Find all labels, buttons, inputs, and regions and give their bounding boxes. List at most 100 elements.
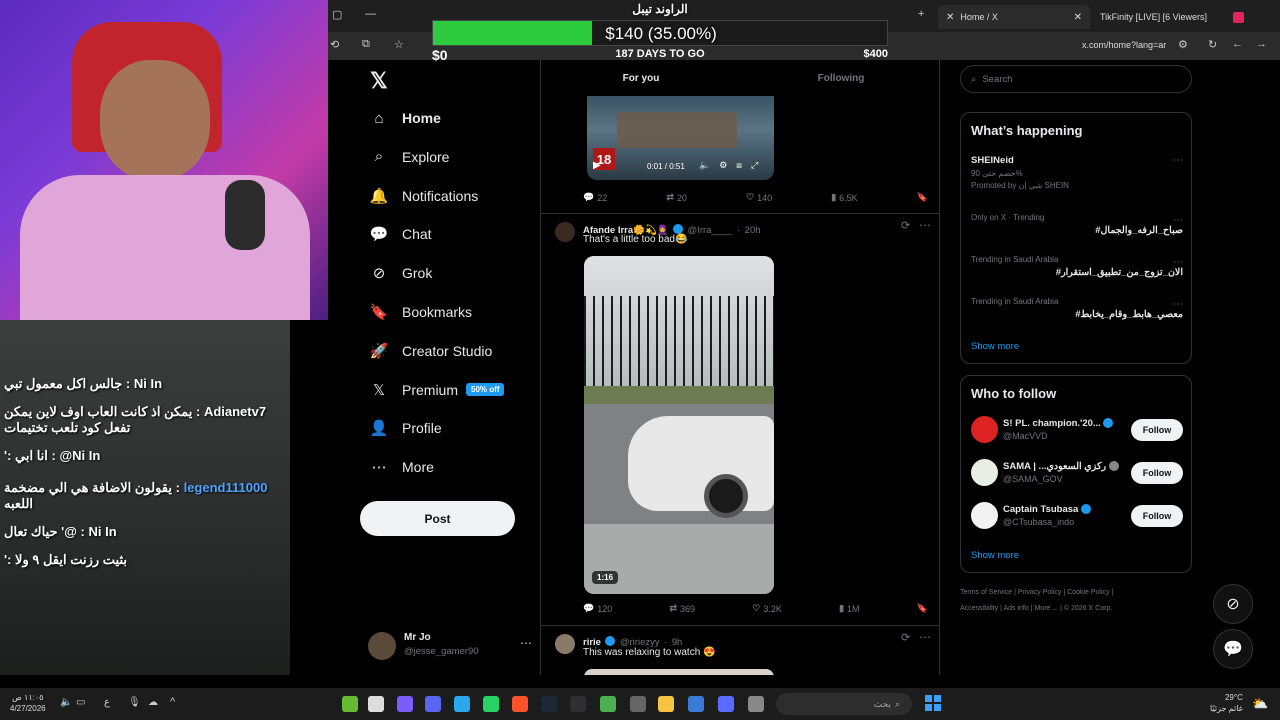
app-icon[interactable] [630,696,646,712]
more-dots-icon[interactable]: ⋯ [520,636,532,650]
sidebar-item-chat[interactable]: 💬 Chat [370,219,432,249]
views-action[interactable]: ▮ 1M [839,603,859,614]
whatsapp-icon[interactable] [483,696,499,712]
close-tab-icon[interactable]: ✕ [1074,12,1082,23]
avatar[interactable] [971,416,998,443]
footer-link[interactable]: Terms of Service [960,589,1012,596]
more-dots-icon[interactable]: ⋯ [1173,257,1183,268]
url-field[interactable]: x.com/home?lang=ar [1082,40,1166,50]
footer-link[interactable]: More ... [1034,605,1058,612]
tweet[interactable]: ririe @ririezyy · 9h ⟳ ⋯ This was relaxi… [541,626,939,675]
repost-action[interactable]: ⇄ 20 [666,192,687,203]
explorer-icon[interactable] [658,696,674,712]
store-icon[interactable] [688,696,704,712]
follow-button[interactable]: Follow [1131,505,1183,527]
sidebar-item-grok[interactable]: ⊘ Grok [370,258,433,288]
tweet-video[interactable]: 18 ▶ 0:01 / 0:51 🔈⚙⧈⤢ [587,96,774,180]
telegram-icon[interactable] [454,696,470,712]
like-action[interactable]: ♡ 140 [746,192,772,203]
like-action[interactable]: ♡ 3.2K [752,603,782,614]
follow-suggestion[interactable]: S! PL. champion.'20... @MacVVD Follow [971,416,1183,444]
reload-icon[interactable]: ⟲ [330,38,339,51]
trend-item[interactable]: Only on X · Trending #صباح_الرفه_والجمال… [971,213,1183,236]
bookmark-action[interactable]: 🔖 [917,192,928,203]
chrome-icon[interactable] [600,696,616,712]
sidebar-item-premium[interactable]: 𝕏 Premium 50% off [370,375,505,405]
new-tab-icon[interactable]: + [918,8,924,20]
tweet[interactable]: 18 ▶ 0:01 / 0:51 🔈⚙⧈⤢ 💬 22 ⇄ 20 ♡ 140 ▮ 6.5K… [541,96,939,214]
cortana-icon[interactable] [397,696,413,712]
trend-item[interactable]: Trending in Saudi Arabia #معصي_هابط_وقام… [971,297,1183,320]
more-dots-icon[interactable]: ⋯ [919,630,931,644]
site-settings-icon[interactable]: ⚙ [1178,38,1188,51]
grok-icon[interactable]: ⟳ [901,631,910,644]
more-dots-icon[interactable]: ⋯ [1173,299,1183,310]
follow-button[interactable]: Follow [1131,419,1183,441]
show-more-link[interactable]: Show more [971,341,1019,352]
taskbar-search[interactable]: بحث ⌕ [776,693,912,715]
sidebar-item-notifications[interactable]: 🔔 Notifications [370,181,479,211]
forward-icon[interactable]: → [1256,38,1267,50]
extensions-icon[interactable]: ⧉ [362,38,370,51]
trend-item[interactable]: Trending in Saudi Arabia #الان_تزوج_من_ت… [971,255,1183,278]
footer-link[interactable]: Cookie Policy [1067,589,1109,596]
microphone-icon[interactable]: 🎙 [128,697,141,708]
sidebar-item-bookmarks[interactable]: 🔖 Bookmarks [370,297,472,327]
clock[interactable]: ١١:٠٥ ص 4/27/2026 [10,692,46,714]
brave-icon[interactable] [512,696,528,712]
grok-icon[interactable]: ⟳ [901,219,910,232]
sidebar-item-profile[interactable]: 👤 Profile [370,413,442,443]
volume-icon[interactable]: 🔈 [60,697,72,708]
follow-suggestion[interactable]: SAMA | ...ركزي السعودي @SAMA_GOV Follow [971,459,1183,487]
app-icon[interactable] [342,696,358,712]
avatar[interactable] [555,634,575,654]
post-button[interactable]: Post [360,501,515,536]
minimize-icon[interactable]: — [365,8,376,20]
star-icon[interactable]: ☆ [394,38,404,51]
messages-float-button[interactable]: 💬 [1213,629,1253,669]
onedrive-icon[interactable]: ☁ [148,697,158,708]
tab-tikfinity[interactable]: TikFinity [LIVE] [6 Viewers] [1092,5,1252,29]
views-action[interactable]: ▮ 6.5K [831,192,857,203]
tweet-time[interactable]: 20h [745,225,761,236]
more-dots-icon[interactable]: ⋯ [1173,215,1183,226]
grok-float-button[interactable]: ⊘ [1213,584,1253,624]
tab-for-you[interactable]: For you [541,60,741,96]
windows-start-icon[interactable] [925,695,941,711]
weather-widget[interactable]: 29°C غائم جزئيًا [1210,692,1243,714]
tweet-media[interactable] [584,669,774,675]
avatar[interactable] [971,459,998,486]
footer-link[interactable]: Ads info [1003,605,1028,612]
avatar[interactable] [971,502,998,529]
reload-page-icon[interactable]: ↻ [1208,38,1217,51]
more-dots-icon[interactable]: ⋯ [919,218,931,232]
tweet[interactable]: Afande Irra🌼💫🧕 @Irra____ · 20h ⟳ ⋯ That'… [541,214,939,626]
more-dots-icon[interactable]: ⋯ [1173,155,1183,166]
steam-icon[interactable] [541,696,557,712]
search-input[interactable]: ⌕ Search [960,65,1192,93]
obs-icon[interactable] [570,696,586,712]
notepad-icon[interactable] [368,696,384,712]
tweet-video[interactable]: 1:16 [584,256,774,594]
follow-suggestion[interactable]: Captain Tsubasa @CTsubasa_indo Follow [971,502,1183,530]
window-menu-icon[interactable]: ▢ [332,8,342,21]
back-icon[interactable]: ← [1232,38,1243,50]
reply-action[interactable]: 💬 22 [583,192,607,203]
discord-icon[interactable] [425,696,441,712]
author-handle[interactable]: @Irra____ [688,225,733,236]
x-logo-icon[interactable]: 𝕏 [370,68,388,94]
bookmark-action[interactable]: 🔖 [917,603,928,614]
repost-action[interactable]: ⇄ 369 [669,603,695,614]
sidebar-item-home[interactable]: ⌂ Home [370,103,440,133]
account-switcher[interactable]: Mr Jo @jesse_gamer90 ⋯ [368,630,538,664]
footer-link[interactable]: Accessibility [960,605,998,612]
tab-following[interactable]: Following [741,60,939,96]
photos-icon[interactable] [718,696,734,712]
reply-action[interactable]: 💬 120 [583,603,612,614]
sidebar-item-creator-studio[interactable]: 🚀 Creator Studio [370,336,493,366]
play-icon[interactable]: ▶ [593,160,601,171]
sidebar-item-explore[interactable]: ⌕ Explore [370,142,450,172]
trend-item[interactable]: SHEINeid خصم حتى 90% Promoted by شي إن S… [971,155,1183,190]
chevron-up-icon[interactable]: ^ [170,696,175,708]
network-icon[interactable]: ▭ [76,697,85,708]
